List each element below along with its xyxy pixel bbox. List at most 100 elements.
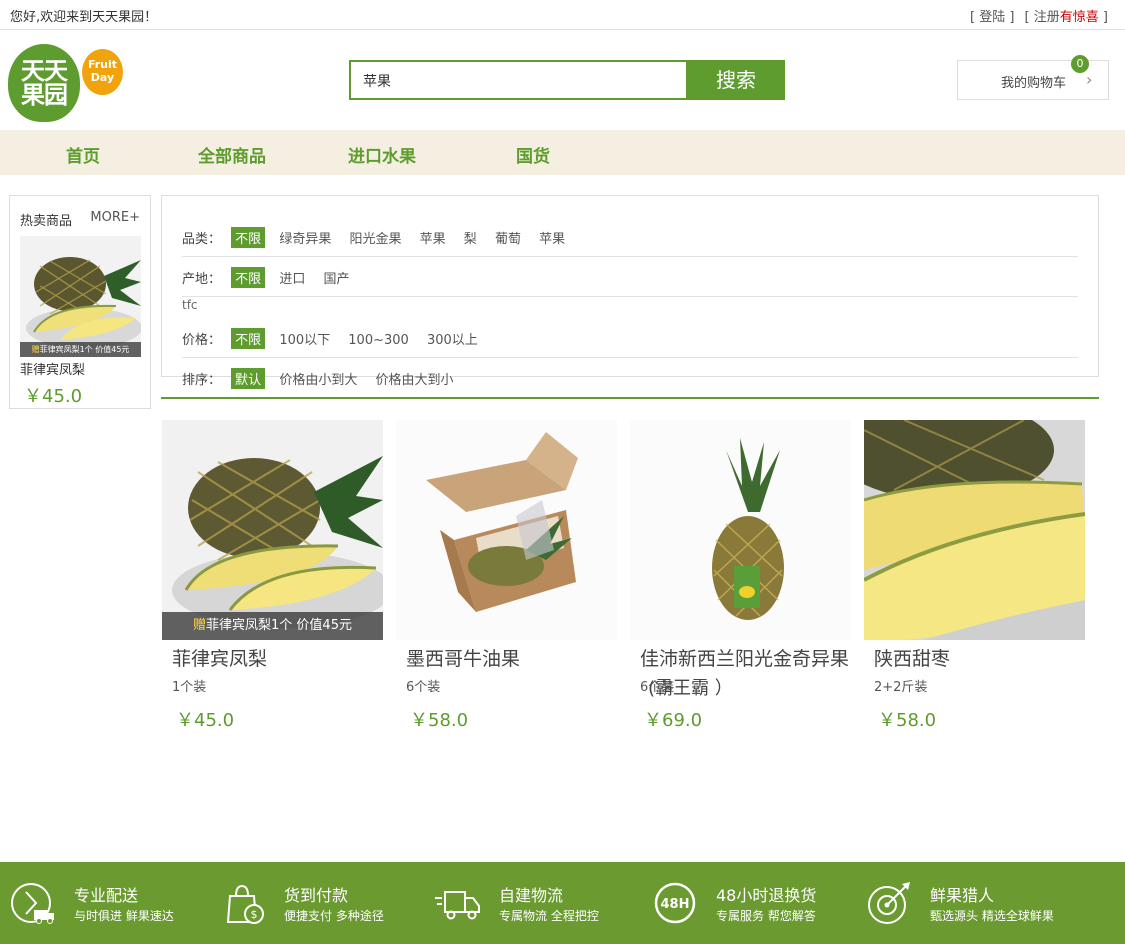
divider	[182, 296, 1078, 297]
register-bracket: ]	[1102, 10, 1108, 25]
gift-label: 赠	[193, 618, 207, 633]
filter-option[interactable]: 苹果	[420, 228, 446, 247]
hot-product-name[interactable]: 菲律宾凤梨	[20, 359, 85, 378]
hot-product-price: ￥45.0	[24, 386, 83, 407]
filter-option[interactable]: 100~300	[348, 333, 409, 348]
section-divider	[161, 397, 1099, 399]
product-name[interactable]: 佳沛新西兰阳光金奇异果	[640, 644, 849, 671]
nav-item-home[interactable]: 首页	[66, 142, 100, 167]
nav-item-imported-fruit[interactable]: 进口水果	[348, 142, 416, 167]
cash-bag-icon: $	[226, 884, 264, 924]
filter-origin: 产地： 不限 进口 国产	[182, 267, 363, 288]
filter-option[interactable]: 阳光金果	[349, 228, 401, 247]
filter-sort: 排序： 默认 价格由小到大 价格由大到小	[182, 368, 467, 389]
more-link[interactable]: MORE+	[90, 210, 140, 225]
hot-product-image[interactable]: 赠菲律宾凤梨1个 价值45元	[20, 236, 142, 357]
filter-option[interactable]: 葡萄	[495, 228, 521, 247]
filter-option[interactable]: 不限	[231, 267, 266, 288]
filter-option[interactable]: 价格由大到小	[375, 369, 453, 388]
filter-price-label: 价格：	[182, 333, 222, 348]
logo-cn-line1: 天天	[21, 57, 68, 85]
product-price: ￥58.0	[878, 710, 937, 731]
filter-option[interactable]: 梨	[464, 228, 477, 247]
filter-option[interactable]: 国产	[323, 268, 349, 287]
whole-pineapple-image	[630, 420, 851, 640]
nav-item-all-products[interactable]: 全部商品	[198, 142, 266, 167]
hot-products-panel: 热卖商品 MORE+ 赠菲律宾凤梨1个 价值45元 菲律宾凤梨 ￥45.0	[9, 195, 151, 409]
feature-subtitle: 专属服务 帮您解答	[716, 909, 816, 923]
filter-panel: 品类： 不限 绿奇异果 阳光金果 苹果 梨 葡萄 苹果 产地： 不限 进口 国产…	[161, 195, 1099, 389]
feature-logistics: 自建物流 专属物流 全程把控	[435, 862, 635, 944]
service-footer: 专业配送 与时俱进 鲜果速达 $ 货到付款 便捷支付 多种途径 自建物流 专属物…	[0, 862, 1125, 944]
cart-label: 我的购物车	[1001, 76, 1067, 91]
register-link[interactable]: [ 注册有惊喜 ]	[1025, 10, 1108, 25]
filter-option[interactable]: 苹果	[539, 228, 565, 247]
promo-text: 菲律宾凤梨1个 价值45元	[39, 345, 130, 354]
feature-subtitle: 与时俱进 鲜果速达	[74, 909, 174, 923]
surprise-text[interactable]: 有惊喜	[1060, 10, 1099, 25]
promo-banner: 赠菲律宾凤梨1个 价值45元	[162, 612, 383, 640]
filter-sort-label: 排序：	[182, 373, 222, 388]
product-image[interactable]	[396, 420, 617, 640]
hot-products-title: 热卖商品	[20, 214, 73, 229]
filter-option[interactable]: 进口	[279, 268, 305, 287]
product-spec: 1个装	[172, 680, 207, 695]
product-price: ￥69.0	[644, 710, 703, 731]
feature-title: 鲜果猎人	[930, 886, 995, 905]
filter-origin-label: 产地：	[182, 272, 222, 287]
product-spec: 2+2斤装	[874, 680, 928, 695]
register-label[interactable]: [ 注册	[1025, 10, 1060, 25]
feature-subtitle: 便捷支付 多种途径	[284, 909, 384, 923]
welcome-text: 您好,欢迎来到天天果园！	[10, 10, 158, 25]
product-price: ￥45.0	[176, 710, 235, 731]
filter-category: 品类： 不限 绿奇异果 阳光金果 苹果 梨 葡萄 苹果	[182, 227, 579, 248]
product-image[interactable]	[864, 420, 1085, 640]
feature-returns: 48H 48小时退换货 专属服务 帮您解答	[652, 862, 852, 944]
feature-cod: $ 货到付款 便捷支付 多种途径	[220, 862, 420, 944]
filter-option[interactable]: 价格由小到大	[279, 369, 357, 388]
filter-option[interactable]: 默认	[231, 368, 266, 389]
search-button[interactable]: 搜索	[687, 60, 785, 100]
filter-option[interactable]: 300以上	[427, 329, 478, 348]
tfc-text: tfc	[182, 298, 198, 312]
filter-option[interactable]: 不限	[231, 328, 266, 349]
48h-icon: 48H	[654, 882, 696, 924]
account-links: [ 登陆 ] [ 注册有惊喜 ]	[967, 6, 1111, 25]
feature-subtitle: 甄选源头 精选全球鲜果	[930, 909, 1054, 923]
filter-option[interactable]: 100以下	[279, 329, 330, 348]
logo-en-line2: Day	[90, 71, 115, 84]
product-name[interactable]: 陕西甜枣	[874, 644, 950, 671]
svg-text:$: $	[251, 908, 258, 921]
filter-category-label: 品类：	[182, 232, 222, 247]
logo-cn-line2: 果园	[21, 81, 68, 109]
feature-title: 专业配送	[74, 886, 139, 905]
filter-option[interactable]: 绿奇异果	[279, 228, 331, 247]
search-input[interactable]: 苹果	[349, 60, 688, 100]
search-bar: 苹果 搜索	[349, 60, 785, 100]
nav-item-domestic[interactable]: 国货	[516, 142, 550, 167]
cart-button[interactable]: 我的购物车 › 0	[957, 55, 1109, 100]
login-link[interactable]: [ 登陆 ]	[970, 10, 1014, 25]
pineapple-slice-image	[864, 420, 1085, 640]
site-logo[interactable]: 天天 果园 Fruit Day	[8, 44, 128, 124]
delivery-truck-icon	[11, 883, 54, 924]
divider	[182, 357, 1078, 358]
hot-promo: 赠菲律宾凤梨1个 价值45元	[20, 342, 141, 357]
feature-delivery: 专业配送 与时俱进 鲜果速达	[10, 862, 210, 944]
feature-title: 自建物流	[499, 886, 564, 905]
product-name[interactable]: 菲律宾凤梨	[172, 644, 267, 671]
svg-text:48H: 48H	[661, 897, 690, 912]
gift-label: 赠	[31, 345, 40, 354]
main-nav: 首页 全部商品 进口水果 国货	[0, 130, 1125, 175]
top-bar: 您好,欢迎来到天天果园！ [ 登陆 ] [ 注册有惊喜 ]	[0, 0, 1125, 30]
product-name[interactable]: 墨西哥牛油果	[406, 644, 520, 671]
promo-text: 菲律宾凤梨1个 价值45元	[206, 618, 352, 633]
product-image[interactable]	[630, 420, 851, 640]
logo-main[interactable]: 天天 果园	[8, 44, 80, 122]
target-icon	[868, 882, 910, 924]
filter-option[interactable]: 不限	[231, 227, 266, 248]
logo-badge: Fruit Day	[82, 49, 123, 95]
product-price: ￥58.0	[410, 710, 469, 731]
product-image[interactable]: 赠菲律宾凤梨1个 价值45元	[162, 420, 383, 640]
feature-title: 48小时退换货	[716, 886, 817, 905]
